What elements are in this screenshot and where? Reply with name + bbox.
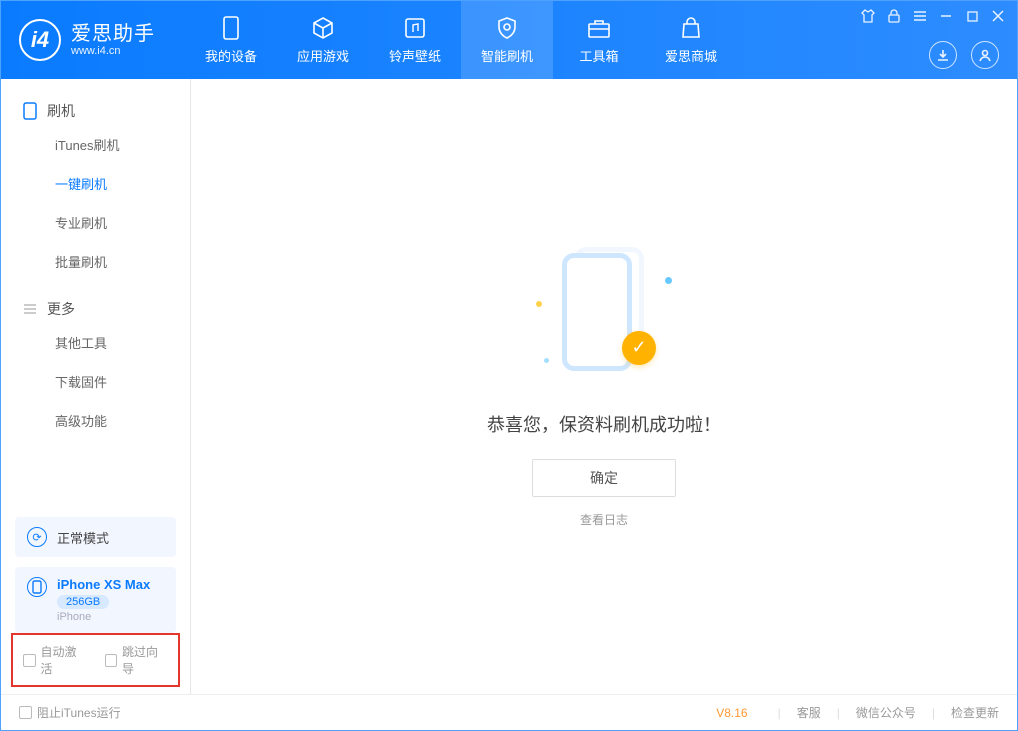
device-capacity: 256GB xyxy=(57,595,109,609)
separator: | xyxy=(837,706,840,720)
device-card[interactable]: iPhone XS Max 256GB iPhone xyxy=(15,567,176,633)
device-icon xyxy=(27,577,47,597)
mode-label: 正常模式 xyxy=(57,528,109,547)
footer: 阻止iTunes运行 V8.16 | 客服 | 微信公众号 | 检查更新 xyxy=(1,694,1017,730)
device-type: iPhone xyxy=(57,611,150,623)
header: i4 爱思助手 www.i4.cn 我的设备 应用游戏 铃声壁纸 智能刷机 工具… xyxy=(1,1,1017,79)
sidebar-item-batch[interactable]: 批量刷机 xyxy=(1,242,190,281)
lock-icon[interactable] xyxy=(885,7,903,25)
success-illustration: ✓ xyxy=(534,247,674,387)
check-auto-activate[interactable]: 自动激活 xyxy=(23,643,87,677)
checkbox-icon xyxy=(23,654,36,667)
section-label: 刷机 xyxy=(47,101,75,121)
nav-label: 应用游戏 xyxy=(297,46,349,65)
device-icon xyxy=(219,16,243,40)
sidebar-item-itunes[interactable]: iTunes刷机 xyxy=(1,125,190,164)
app-site: www.i4.cn xyxy=(71,45,155,57)
menu-icon[interactable] xyxy=(911,7,929,25)
sidebar: 刷机 iTunes刷机 一键刷机 专业刷机 批量刷机 更多 其他工具 下载固件 … xyxy=(1,79,191,695)
logo-text: 爱思助手 www.i4.cn xyxy=(71,23,155,57)
mode-card[interactable]: ⟳ 正常模式 xyxy=(15,517,176,557)
view-log-link[interactable]: 查看日志 xyxy=(580,511,628,528)
check-skip-guide[interactable]: 跳过向导 xyxy=(105,643,169,677)
separator: | xyxy=(932,706,935,720)
check-label: 跳过向导 xyxy=(122,643,168,677)
phone-icon xyxy=(23,102,37,120)
nav-store[interactable]: 爱思商城 xyxy=(645,1,737,79)
nav-ringtones[interactable]: 铃声壁纸 xyxy=(369,1,461,79)
success-message: 恭喜您，保资料刷机成功啦！ xyxy=(487,411,721,437)
window-controls xyxy=(859,7,1007,25)
sidebar-section-flash: 刷机 xyxy=(1,93,190,125)
minimize-button[interactable] xyxy=(937,7,955,25)
checkbox-icon xyxy=(19,706,32,719)
nav-label: 我的设备 xyxy=(205,46,257,65)
shirt-icon[interactable] xyxy=(859,7,877,25)
nav-my-device[interactable]: 我的设备 xyxy=(185,1,277,79)
device-info: iPhone XS Max 256GB iPhone xyxy=(57,577,150,623)
sidebar-item-pro[interactable]: 专业刷机 xyxy=(1,203,190,242)
sidebar-item-other[interactable]: 其他工具 xyxy=(1,323,190,362)
nav-flash[interactable]: 智能刷机 xyxy=(461,1,553,79)
nav-apps[interactable]: 应用游戏 xyxy=(277,1,369,79)
cube-icon xyxy=(311,16,335,40)
app-title: 爱思助手 xyxy=(71,23,155,45)
ok-button[interactable]: 确定 xyxy=(532,459,676,497)
sidebar-item-oneclick[interactable]: 一键刷机 xyxy=(1,164,190,203)
wechat-link[interactable]: 微信公众号 xyxy=(856,704,916,721)
download-icon[interactable] xyxy=(929,41,957,69)
separator: | xyxy=(778,706,781,720)
sidebar-item-firmware[interactable]: 下载固件 xyxy=(1,362,190,401)
checkbox-icon xyxy=(105,654,118,667)
update-link[interactable]: 检查更新 xyxy=(951,704,999,721)
header-actions xyxy=(929,41,999,69)
music-icon xyxy=(403,16,427,40)
nav-label: 工具箱 xyxy=(579,46,618,65)
list-icon xyxy=(23,303,37,315)
sparkle-icon xyxy=(536,301,542,307)
nav-toolbox[interactable]: 工具箱 xyxy=(553,1,645,79)
body: 刷机 iTunes刷机 一键刷机 专业刷机 批量刷机 更多 其他工具 下载固件 … xyxy=(1,79,1017,695)
user-icon[interactable] xyxy=(971,41,999,69)
nav-label: 智能刷机 xyxy=(481,46,533,65)
check-label: 阻止iTunes运行 xyxy=(37,704,121,721)
top-nav: 我的设备 应用游戏 铃声壁纸 智能刷机 工具箱 爱思商城 xyxy=(185,1,737,79)
logo[interactable]: i4 爱思助手 www.i4.cn xyxy=(19,19,155,61)
close-button[interactable] xyxy=(989,7,1007,25)
shield-icon xyxy=(495,16,519,40)
sparkle-icon xyxy=(665,277,672,284)
check-badge-icon: ✓ xyxy=(622,331,656,365)
sidebar-item-advanced[interactable]: 高级功能 xyxy=(1,401,190,440)
footer-left: 阻止iTunes运行 xyxy=(19,704,121,721)
device-name: iPhone XS Max xyxy=(57,577,150,592)
phone-front-icon xyxy=(562,253,632,371)
footer-right: V8.16 | 客服 | 微信公众号 | 检查更新 xyxy=(716,704,999,721)
refresh-icon: ⟳ xyxy=(27,527,47,547)
maximize-button[interactable] xyxy=(963,7,981,25)
sidebar-checks: 自动激活 跳过向导 xyxy=(11,633,180,687)
check-label: 自动激活 xyxy=(41,643,87,677)
bag-icon xyxy=(679,16,703,40)
main-content: ✓ 恭喜您，保资料刷机成功啦！ 确定 查看日志 xyxy=(191,79,1017,695)
support-link[interactable]: 客服 xyxy=(797,704,821,721)
check-block-itunes[interactable]: 阻止iTunes运行 xyxy=(19,704,121,721)
section-label: 更多 xyxy=(47,299,75,319)
nav-label: 铃声壁纸 xyxy=(389,46,441,65)
sparkle-icon xyxy=(544,358,549,363)
nav-label: 爱思商城 xyxy=(665,46,717,65)
toolbox-icon xyxy=(587,16,611,40)
device-cards: ⟳ 正常模式 iPhone XS Max 256GB iPhone xyxy=(15,517,176,633)
version-label: V8.16 xyxy=(716,706,747,720)
sidebar-section-more: 更多 xyxy=(1,291,190,323)
logo-icon: i4 xyxy=(19,19,61,61)
